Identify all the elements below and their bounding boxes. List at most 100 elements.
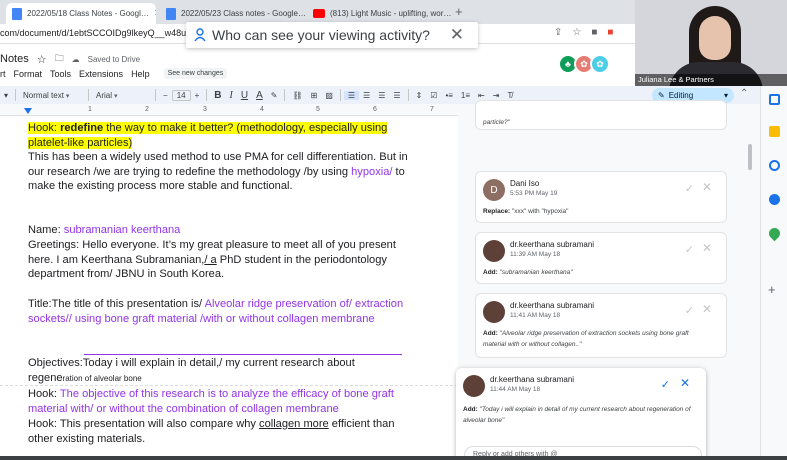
menu-help[interactable]: Help: [131, 69, 150, 79]
reject-suggestion-icon[interactable]: ✕: [702, 302, 712, 316]
checklist-icon[interactable]: ☑: [426, 91, 441, 100]
font-size-field[interactable]: 14: [171, 89, 191, 101]
new-tab-button[interactable]: +: [455, 4, 463, 19]
highlight-pen-icon[interactable]: ✎: [267, 91, 282, 100]
hook-paragraph[interactable]: Hook: redefine the way to make it better…: [28, 121, 408, 150]
calendar-icon[interactable]: [769, 94, 780, 105]
tab-light-music[interactable]: (813) Light Music - uplifting, wor… ✕: [307, 3, 452, 24]
menu-format[interactable]: Format: [14, 69, 43, 79]
extension-icon[interactable]: ■: [591, 27, 597, 38]
increase-indent-icon[interactable]: ⇥: [489, 91, 504, 100]
toolbar-divider: [155, 89, 157, 101]
menu-tools[interactable]: Tools: [50, 69, 71, 79]
collapse-menus-icon[interactable]: ⌃: [740, 88, 748, 99]
contacts-icon[interactable]: [769, 194, 780, 205]
ruler: 1 2 3 4 5 6 7: [0, 104, 458, 116]
reject-suggestion-icon[interactable]: ✕: [702, 180, 712, 194]
accept-suggestion-icon[interactable]: ✓: [661, 378, 670, 391]
comment-label: Add:: [463, 406, 478, 413]
maps-icon[interactable]: [766, 225, 783, 242]
doc-title[interactable]: Notes: [0, 53, 29, 65]
bulleted-list-icon[interactable]: •≡: [441, 91, 456, 100]
avatar: D: [483, 179, 505, 201]
tab-class-notes-0518[interactable]: 2022/05/18 Class Notes - Googl… ✕: [6, 3, 156, 24]
chevron-down-icon[interactable]: ▾: [0, 91, 12, 100]
tab-label: 2022/05/23 Class notes - Google…: [181, 9, 305, 18]
decrease-indent-icon[interactable]: ⇤: [474, 91, 489, 100]
comment-card[interactable]: dr.keerthana subramani 11:41 AM May 18 ✓…: [475, 293, 727, 358]
accept-suggestion-icon[interactable]: ✓: [685, 243, 694, 256]
ruler-tick: 1: [88, 106, 92, 113]
add-addon-icon[interactable]: +: [768, 282, 776, 297]
insert-link-icon[interactable]: ⛓: [288, 91, 306, 100]
body-text: Hook: This presentation will also compar…: [28, 418, 260, 430]
paragraph-style-select[interactable]: Normal text: [19, 91, 85, 100]
document-page[interactable]: Hook: redefine the way to make it better…: [0, 117, 458, 460]
objectives-paragraph[interactable]: Objectives:Today i will explain in detai…: [28, 356, 408, 386]
comments-scrollbar[interactable]: [748, 144, 752, 170]
line-spacing-icon[interactable]: ⇕: [412, 91, 427, 100]
comment-card-active[interactable]: dr.keerthana subramani 11:44 AM May 18 ✓…: [456, 368, 706, 460]
toolbar-divider: [339, 89, 341, 101]
tasks-icon[interactable]: [769, 160, 780, 171]
ruler-tick: 5: [316, 106, 320, 113]
suggested-text: hypoxia/: [351, 165, 393, 178]
align-right-icon[interactable]: ☰: [374, 91, 389, 100]
extension-red-icon[interactable]: ■: [607, 27, 613, 38]
font-select[interactable]: Arial: [92, 91, 152, 100]
keep-icon[interactable]: [769, 126, 780, 137]
bold-button[interactable]: B: [210, 90, 225, 101]
italic-button[interactable]: I: [226, 90, 237, 101]
text-color-button[interactable]: A: [252, 90, 267, 101]
body-text: Objectives:: [28, 357, 83, 369]
hook3-paragraph[interactable]: Hook: This presentation will also compar…: [28, 417, 408, 446]
toolbar-divider: [15, 89, 17, 101]
underline-button[interactable]: U: [237, 90, 252, 101]
align-left-icon[interactable]: ☰: [343, 90, 360, 100]
webcam-name-label: Juliana Lee & Partners: [635, 74, 787, 86]
reject-suggestion-icon[interactable]: ✕: [702, 241, 712, 255]
ruler-tick: 4: [260, 106, 264, 113]
accept-suggestion-icon[interactable]: ✓: [685, 182, 694, 195]
name-paragraph[interactable]: Name: subramanian keerthana: [28, 223, 408, 238]
docs-icon: [12, 7, 22, 20]
comment-value: "Alveolar ridge preservation of extracti…: [483, 330, 689, 348]
menu-insert[interactable]: rt: [0, 69, 6, 79]
star-icon[interactable]: ☆: [37, 53, 47, 66]
method-paragraph[interactable]: This has been a widely used method to us…: [28, 150, 408, 194]
increase-font-size-button[interactable]: +: [191, 91, 204, 100]
comment-value: "Today i will explain in detail of my cu…: [463, 406, 691, 424]
menu-extensions[interactable]: Extensions: [79, 69, 123, 79]
title-paragraph[interactable]: Title:The title of this presentation is/…: [28, 297, 408, 326]
align-center-icon[interactable]: ☰: [359, 91, 374, 100]
comment-card[interactable]: particle?": [475, 100, 727, 130]
tab-close-icon[interactable]: ✕: [154, 8, 156, 19]
viewing-activity-popup: Who can see your viewing activity? ✕: [186, 22, 478, 48]
avatar: [463, 375, 485, 397]
accept-suggestion-icon[interactable]: ✓: [685, 304, 694, 317]
collaborator-avatar[interactable]: ✿: [590, 54, 610, 74]
insert-image-icon[interactable]: ▨: [321, 91, 337, 100]
reject-suggestion-icon[interactable]: ✕: [680, 376, 690, 390]
hook2-paragraph[interactable]: Hook: The objective of this research is …: [28, 387, 408, 416]
indent-marker[interactable]: [24, 108, 32, 114]
share-icon[interactable]: ⇪: [554, 27, 562, 38]
popup-close-icon[interactable]: ✕: [450, 25, 464, 45]
bookmark-star-icon[interactable]: ☆: [572, 27, 581, 38]
greeting-paragraph[interactable]: Greetings: Hello everyone. It’s my great…: [28, 238, 408, 282]
align-justify-icon[interactable]: ☰: [389, 91, 404, 100]
comment-author: Dani Iso: [510, 179, 540, 188]
insert-comment-icon[interactable]: ⊞: [307, 91, 322, 100]
numbered-list-icon[interactable]: 1≡: [457, 91, 474, 100]
comment-card[interactable]: D Dani Iso 5:53 PM May 19 ✓ ✕ Replace: "…: [475, 171, 727, 223]
tab-class-notes-0523[interactable]: 2022/05/23 Class notes - Google… ✕: [160, 3, 305, 24]
comment-text: Add: "subramanian keerthana": [483, 267, 713, 278]
see-new-changes-button[interactable]: See new changes: [163, 68, 228, 79]
url-field[interactable]: com/document/d/1ebtSCCOIDg9lkeyQ__w48ucc: [0, 28, 195, 38]
comment-card[interactable]: dr.keerthana subramani 11:39 AM May 18 ✓…: [475, 232, 727, 284]
chevron-down-icon: ▾: [723, 91, 728, 100]
suggested-text: The objective of this research is to ana…: [28, 388, 394, 415]
clear-formatting-icon[interactable]: T̸: [503, 91, 516, 100]
decrease-font-size-button[interactable]: −: [159, 91, 172, 100]
move-folder-icon[interactable]: 🗀: [55, 51, 64, 67]
